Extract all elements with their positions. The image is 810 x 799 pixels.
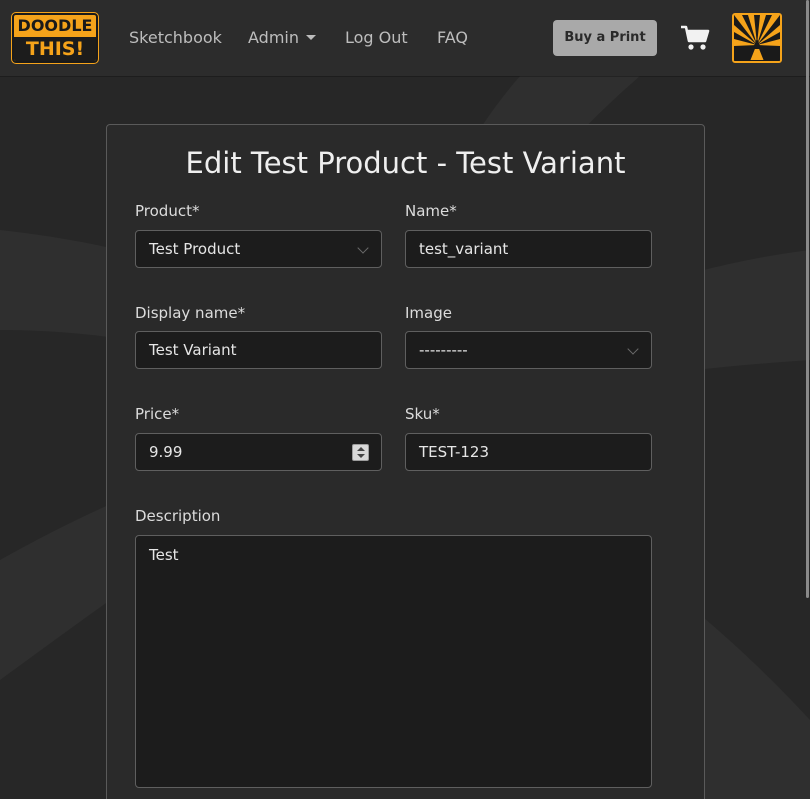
image-select-value: --------- bbox=[419, 341, 468, 359]
product-label: Product* bbox=[135, 202, 200, 220]
nav-admin-label: Admin bbox=[248, 28, 299, 47]
description-textarea[interactable]: Test bbox=[135, 535, 652, 788]
cart-icon[interactable] bbox=[680, 24, 710, 52]
description-label: Description bbox=[135, 507, 221, 525]
navbar: DOODLE THIS! Sketchbook Admin Log Out FA… bbox=[0, 0, 810, 76]
chevron-down-icon bbox=[357, 242, 369, 254]
product-select-value: Test Product bbox=[149, 240, 241, 258]
name-input-value: test_variant bbox=[419, 240, 509, 258]
display-name-input-value: Test Variant bbox=[149, 341, 237, 359]
nav-link-logout[interactable]: Log Out bbox=[345, 27, 408, 49]
logo-line-1: DOODLE bbox=[17, 16, 93, 35]
sku-label: Sku* bbox=[405, 405, 440, 423]
sku-input-value: TEST-123 bbox=[419, 443, 489, 461]
doodle-this-logo[interactable]: DOODLE THIS! bbox=[11, 12, 99, 64]
chevron-down-icon bbox=[627, 343, 639, 355]
display-name-label: Display name* bbox=[135, 304, 246, 322]
name-label: Name* bbox=[405, 202, 457, 220]
product-select[interactable]: Test Product bbox=[135, 230, 382, 268]
price-input[interactable]: 9.99 bbox=[135, 433, 382, 471]
scrollbar-thumb[interactable] bbox=[806, 0, 809, 598]
name-input[interactable]: test_variant bbox=[405, 230, 652, 268]
user-avatar[interactable] bbox=[732, 13, 782, 63]
nav-link-sketchbook[interactable]: Sketchbook bbox=[129, 27, 222, 49]
pencil-sunburst-icon bbox=[734, 15, 780, 61]
caret-down-icon bbox=[306, 35, 316, 40]
number-stepper-icon[interactable] bbox=[352, 444, 369, 461]
price-label: Price* bbox=[135, 405, 180, 423]
nav-link-faq[interactable]: FAQ bbox=[437, 27, 468, 49]
image-select[interactable]: --------- bbox=[405, 331, 652, 369]
page: DOODLE THIS! Sketchbook Admin Log Out FA… bbox=[0, 0, 810, 799]
page-scrollbar[interactable] bbox=[804, 0, 810, 799]
sku-input[interactable]: TEST-123 bbox=[405, 433, 652, 471]
logo-line-2: THIS! bbox=[14, 37, 96, 61]
edit-variant-card: Edit Test Product - Test Variant Product… bbox=[106, 124, 705, 799]
display-name-input[interactable]: Test Variant bbox=[135, 331, 382, 369]
nav-dropdown-admin[interactable]: Admin bbox=[248, 27, 316, 49]
buy-print-button[interactable]: Buy a Print bbox=[553, 20, 657, 56]
price-input-value: 9.99 bbox=[149, 443, 183, 461]
page-title: Edit Test Product - Test Variant bbox=[185, 146, 626, 180]
image-label: Image bbox=[405, 304, 452, 322]
